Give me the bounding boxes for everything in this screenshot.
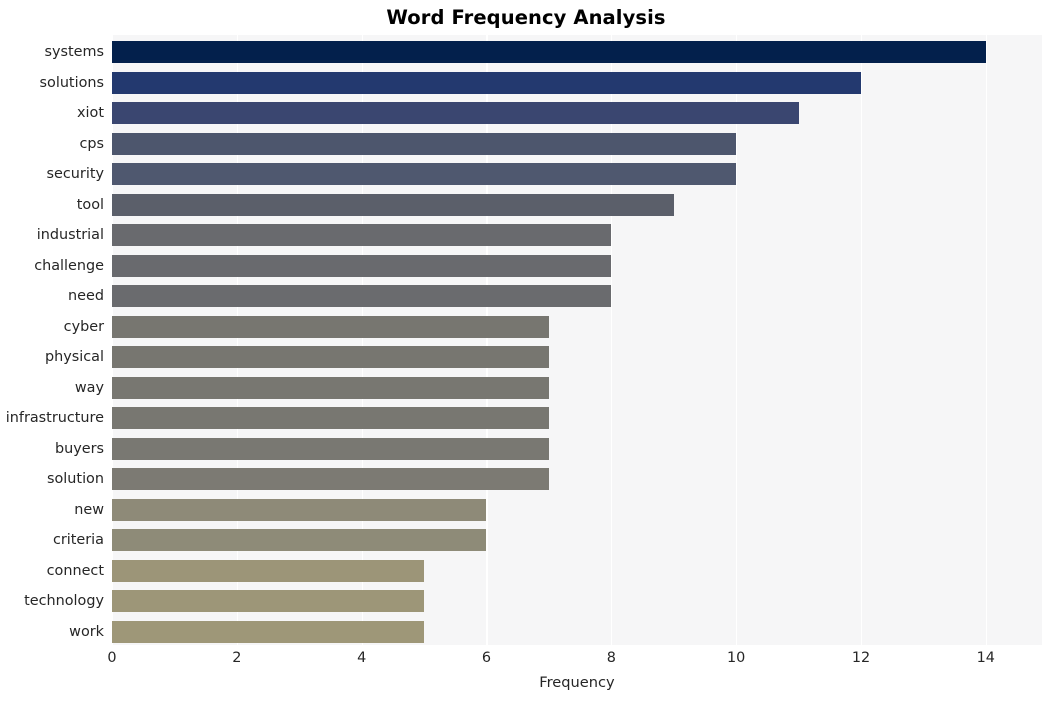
bar [112,407,549,430]
y-axis-tick-label: solutions [39,74,104,91]
x-axis-tick-labels: 0 2 4 6 8 10 12 14 [107,645,1042,671]
chart-figure: Word Frequency Analysis systems solutions… [0,0,1052,701]
y-axis-tick-label: criteria [52,532,104,549]
bar [112,620,425,643]
y-axis-tick-label: solution [47,471,104,488]
x-axis-tick-label: 10 [727,650,746,666]
y-axis-tick-label: new [74,501,104,518]
y-axis-tick-label: connect [46,562,104,579]
bars-container [112,35,1042,645]
bar [112,437,549,460]
x-axis-tick-label: 6 [481,650,492,666]
bar [112,285,612,308]
bar [112,559,425,582]
bar [112,71,861,94]
y-axis-tick-label: challenge [34,257,104,274]
y-axis-tick-label: systems [44,44,104,61]
bar [112,590,425,613]
bar [112,529,487,552]
y-axis-tick-label: need [68,288,104,305]
y-axis-tick-label: cps [79,135,104,152]
y-axis-tick-label: way [74,379,104,396]
x-axis-tick-label: 4 [357,650,367,666]
bar [112,254,612,277]
x-axis-title: Frequency [539,674,615,691]
bar [112,468,549,491]
bar [112,102,799,125]
y-axis-tick-label: cyber [63,318,104,335]
y-axis-tick-label: security [46,166,104,183]
y-axis-tick-label: buyers [54,440,104,457]
y-axis-tick-label: industrial [36,227,104,244]
bar [112,163,737,186]
bar [112,315,549,338]
y-axis-tick-labels: systems solutions xiot cps security tool indus… [0,35,104,645]
x-axis-tick-label: 2 [232,650,242,666]
bar [112,498,487,521]
page-title: Word Frequency Analysis [386,6,666,29]
x-axis-tick-label: 0 [107,650,117,666]
bar [112,132,737,155]
plot-area [112,35,1042,645]
y-axis-tick-label: infrastructure [5,410,104,427]
y-axis-tick-label: work [69,623,104,640]
x-axis-tick-label: 8 [606,650,616,666]
bar [112,193,674,216]
bar [112,346,549,369]
bar [112,224,612,247]
x-axis-tick-label: 12 [851,650,871,666]
y-axis-tick-label: technology [24,593,104,610]
y-axis-tick-label: physical [45,349,104,366]
y-axis-tick-label: tool [76,196,104,213]
bar [112,41,986,64]
bar [112,376,549,399]
x-axis-tick-label: 14 [976,650,995,666]
y-axis-tick-label: xiot [77,105,104,122]
